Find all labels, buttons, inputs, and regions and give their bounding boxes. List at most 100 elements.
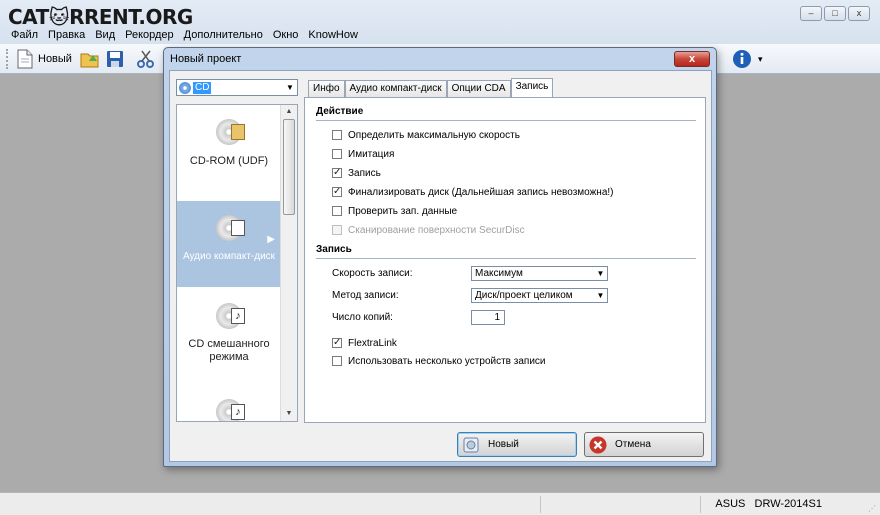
checkbox[interactable]: [332, 149, 342, 159]
scroll-thumb[interactable]: [283, 119, 295, 215]
checkbox[interactable]: [332, 206, 342, 216]
project-item-music-cd[interactable]: ♪: [177, 393, 281, 421]
checkbox[interactable]: [332, 356, 342, 366]
close-window-button[interactable]: x: [848, 6, 870, 21]
tab-strip: Инфо Аудио компакт-диск Опции CDA Запись: [308, 78, 554, 97]
menu-recorder[interactable]: Рекордер: [120, 27, 179, 43]
option-label: Финализировать диск (Дальнейшая запись н…: [348, 186, 614, 198]
toolbar-new-label: Новый: [38, 53, 72, 65]
checkbox[interactable]: [332, 130, 342, 140]
window-controls: – □ x: [800, 6, 870, 21]
scroll-down-icon[interactable]: ▼: [281, 407, 297, 421]
option-label: FlextraLink: [348, 337, 397, 349]
option-simulation[interactable]: Имитация: [332, 147, 394, 161]
new-project-dialog: Новый проект x CD ▼ CD-ROM (UDF) ♪ ▶ Ауд…: [163, 47, 717, 467]
toolbar-new-button[interactable]: Новый: [16, 48, 72, 70]
copies-label: Число копий:: [332, 312, 393, 323]
new-button[interactable]: Новый: [457, 432, 577, 457]
new-button-label: Новый: [488, 439, 519, 450]
checkbox-checked[interactable]: ✓: [332, 168, 342, 178]
option-label: Использовать несколько устройств записи: [348, 355, 546, 367]
write-group-header: Запись: [316, 244, 352, 255]
checkbox-disabled: [332, 225, 342, 235]
cd-icon: [179, 81, 191, 94]
dialog-close-button[interactable]: x: [674, 51, 710, 67]
disc-type-select[interactable]: CD ▼: [176, 79, 298, 96]
option-finalize-disc[interactable]: ✓ Финализировать диск (Дальнейшая запись…: [332, 185, 614, 199]
menu-view[interactable]: Вид: [90, 27, 120, 43]
drive-model: DRW-2014S1: [754, 498, 822, 510]
cd-rom-udf-icon: [216, 119, 245, 145]
menu-window[interactable]: Окно: [268, 27, 304, 43]
maximize-button[interactable]: □: [824, 6, 846, 21]
checkbox-checked[interactable]: ✓: [332, 187, 342, 197]
option-verify-data[interactable]: Проверить зап. данные: [332, 204, 457, 218]
write-speed-select[interactable]: Максимум ▼: [471, 266, 608, 281]
project-item-cd-rom-udf[interactable]: CD-ROM (UDF): [177, 111, 281, 199]
status-separator: [540, 496, 541, 513]
dialog-client-area: CD ▼ CD-ROM (UDF) ♪ ▶ Аудио компакт-диск…: [169, 70, 712, 462]
cancel-icon: [589, 436, 607, 453]
menu-knowhow[interactable]: KnowHow: [303, 27, 363, 43]
app-logo: CAT🐱RRENT.ORG: [8, 5, 193, 29]
tab-audio-cd[interactable]: Аудио компакт-диск: [344, 80, 447, 97]
chevron-down-icon[interactable]: ▼: [283, 80, 297, 95]
tab-cda-options[interactable]: Опции CDA: [446, 80, 511, 97]
chevron-down-icon[interactable]: ▼: [594, 267, 607, 280]
cancel-button[interactable]: Отмена: [584, 432, 704, 457]
write-speed-label: Скорость записи:: [332, 268, 413, 279]
option-label: Сканирование поверхности SecurDisc: [348, 224, 525, 236]
resize-grip[interactable]: ⋰: [868, 504, 876, 513]
option-multiple-recorders[interactable]: Использовать несколько устройств записи: [332, 354, 546, 368]
toolbar-overflow-button[interactable]: ▾: [758, 48, 763, 70]
chevron-down-icon[interactable]: ▼: [594, 289, 607, 302]
app-titlebar: CAT🐱RRENT.ORG Файл Правка Вид Рекордер Д…: [0, 0, 880, 44]
group-divider: [316, 120, 696, 121]
write-method-value: Диск/проект целиком: [475, 290, 573, 301]
status-bar: ASUS DRW-2014S1 ⋰: [0, 492, 880, 515]
option-write[interactable]: ✓ Запись: [332, 166, 381, 180]
option-flextralink[interactable]: ✓ FlextraLink: [332, 336, 397, 350]
checkbox-checked[interactable]: ✓: [332, 338, 342, 348]
project-list-scrollbar[interactable]: ▲ ▼: [280, 105, 297, 421]
menu-edit[interactable]: Правка: [43, 27, 90, 43]
tab-info[interactable]: Инфо: [308, 80, 345, 97]
new-document-icon: [17, 49, 33, 69]
project-item-label: CD-ROM (UDF): [189, 155, 269, 167]
mixed-mode-cd-icon: ♪: [216, 303, 245, 329]
project-item-mixed-mode-cd[interactable]: ♪ CD смешанного режима: [177, 291, 281, 383]
write-method-label: Метод записи:: [332, 290, 399, 301]
scroll-up-icon[interactable]: ▲: [281, 105, 297, 119]
music-cd-icon: ♪: [216, 399, 245, 421]
save-icon: [107, 51, 123, 67]
project-item-label: CD смешанного режима: [188, 338, 270, 363]
toolbar-cut-button[interactable]: [136, 48, 156, 70]
chevron-right-icon: ▶: [267, 234, 275, 245]
tab-burn[interactable]: Запись: [510, 78, 554, 97]
option-securdisc-scan: Сканирование поверхности SecurDisc: [332, 223, 525, 237]
write-method-select[interactable]: Диск/проект целиком ▼: [471, 288, 608, 303]
action-group-header: Действие: [316, 106, 364, 117]
burn-settings-panel: Действие Определить максимальную скорост…: [304, 97, 706, 423]
write-speed-value: Максимум: [475, 268, 523, 279]
copies-stepper[interactable]: 1: [471, 310, 505, 325]
toolbar-save-button[interactable]: [106, 48, 124, 70]
project-item-audio-cd[interactable]: ♪ ▶ Аудио компакт-диск: [177, 201, 281, 287]
toolbar-open-button[interactable]: [80, 48, 100, 70]
menu-bar: Файл Правка Вид Рекордер Дополнительно О…: [6, 27, 363, 43]
menu-file[interactable]: Файл: [6, 27, 43, 43]
option-determine-max-speed[interactable]: Определить максимальную скорость: [332, 128, 520, 142]
toolbar-grip[interactable]: [6, 49, 9, 69]
project-item-label: Аудио компакт-диск: [182, 251, 276, 262]
option-label: Определить максимальную скорость: [348, 129, 520, 141]
option-label: Проверить зап. данные: [348, 205, 458, 217]
status-drive: ASUS DRW-2014S1: [715, 498, 822, 510]
menu-extras[interactable]: Дополнительно: [179, 27, 268, 43]
minimize-button[interactable]: –: [800, 6, 822, 21]
option-label: Запись: [348, 167, 381, 179]
toolbar-info-button[interactable]: [732, 48, 752, 70]
chevron-down-icon: ▾: [758, 53, 763, 64]
disc-burn-icon: [463, 437, 479, 452]
project-type-list: CD-ROM (UDF) ♪ ▶ Аудио компакт-диск ♪ CD…: [176, 104, 298, 422]
info-icon: [733, 50, 751, 68]
